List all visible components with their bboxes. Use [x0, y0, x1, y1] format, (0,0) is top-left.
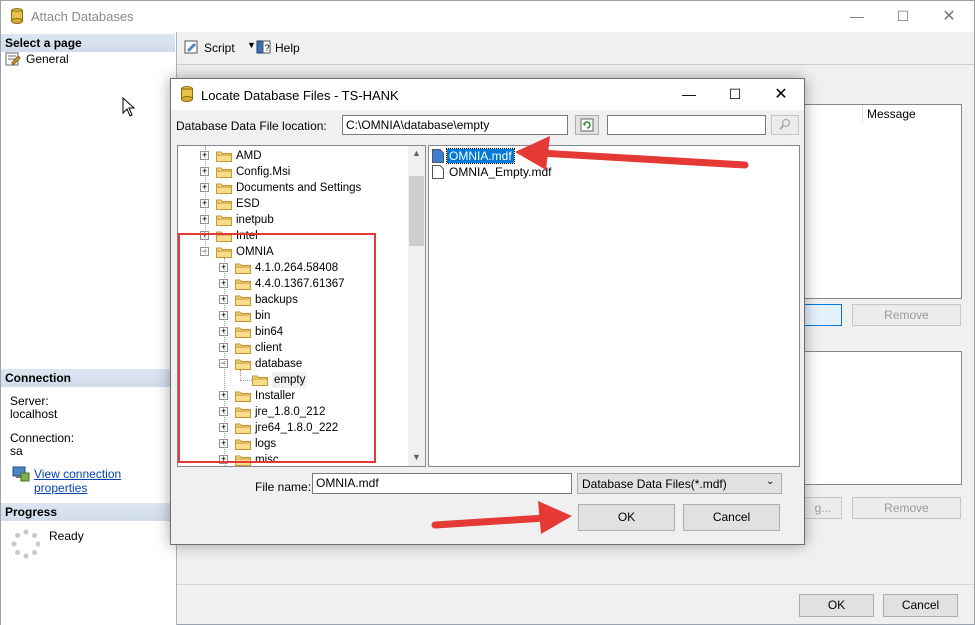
dialog-maximize-icon[interactable]: ☐	[712, 79, 758, 110]
tree-item[interactable]: + AMD	[178, 148, 410, 164]
databases-grid[interactable]: Message	[805, 104, 962, 299]
view-connection-properties-link[interactable]: View connection properties	[34, 467, 176, 495]
annotation-arrows	[431, 136, 749, 534]
add-catalog-button-partial[interactable]: g...	[805, 497, 842, 519]
arrow-to-ok-icon	[431, 501, 572, 534]
dialog-close-icon[interactable]: ✕	[758, 79, 804, 110]
add-button-partial[interactable]	[805, 304, 842, 326]
left-pane: Select a page General Connection Server:…	[1, 32, 177, 625]
tree-item[interactable]: + ESD	[178, 196, 410, 212]
search-icon	[779, 118, 791, 130]
grid-column-message: Message	[862, 105, 962, 123]
outer-title-bar: Attach Databases — ☐ ✕	[1, 1, 974, 32]
remove-database-button[interactable]: Remove	[852, 304, 961, 326]
scroll-down-icon[interactable]: ▼	[412, 452, 421, 462]
tree-item-label: inetpub	[236, 214, 274, 226]
outer-window-title: Attach Databases	[31, 9, 134, 24]
database-icon	[181, 86, 193, 102]
tree-item-label: Config.Msi	[236, 166, 291, 178]
dialog-title-bar: Locate Database Files - TS-HANK — ☐ ✕	[171, 79, 804, 110]
maximize-icon[interactable]: ☐	[880, 1, 926, 32]
dialog-minimize-icon[interactable]: —	[666, 79, 712, 110]
folder-icon	[216, 199, 232, 210]
footer-divider	[177, 584, 974, 585]
outer-cancel-button[interactable]: Cancel	[883, 594, 958, 617]
progress-spinner-icon	[11, 529, 41, 559]
refresh-button[interactable]	[575, 115, 599, 135]
tree-item-label: AMD	[236, 150, 262, 162]
file-name-label: File name:	[255, 480, 312, 494]
database-details-grid[interactable]	[805, 351, 962, 485]
tree-item[interactable]: + Documents and Settings	[178, 180, 410, 196]
tree-item-label: ESD	[236, 198, 260, 210]
connection-label: Connection:	[10, 431, 75, 445]
page-item-label: General	[26, 52, 69, 66]
connection-value: sa	[10, 444, 23, 458]
page-item-general[interactable]: General	[5, 52, 165, 68]
connection-properties-icon	[12, 466, 30, 482]
scroll-up-icon[interactable]: ▲	[412, 148, 421, 158]
scrollbar-thumb[interactable]	[409, 176, 424, 246]
server-value: localhost	[10, 407, 58, 421]
server-label: Server:	[10, 394, 49, 408]
close-icon[interactable]: ✕	[926, 1, 972, 32]
annotation-highlight-box	[178, 233, 376, 463]
refresh-icon	[580, 118, 594, 132]
toolbar-divider	[177, 64, 974, 65]
help-button[interactable]: ? Help	[256, 39, 306, 57]
dialog-title: Locate Database Files - TS-HANK	[201, 88, 399, 103]
script-label: Script	[204, 41, 235, 55]
chevron-down-icon: ⌄	[766, 476, 775, 487]
folder-icon	[216, 151, 232, 162]
search-button[interactable]	[771, 115, 799, 135]
location-label: Database Data File location:	[176, 119, 327, 133]
tree-item-label: Documents and Settings	[236, 182, 362, 194]
tree-scrollbar[interactable]: ▲ ▼	[408, 146, 425, 466]
help-label: Help	[275, 41, 300, 55]
svg-text:?: ?	[265, 43, 270, 53]
progress-status: Ready	[49, 529, 84, 543]
arrow-to-file-icon	[515, 136, 749, 170]
remove-file-button[interactable]: Remove	[852, 497, 961, 519]
connection-header: Connection	[1, 369, 175, 387]
search-input[interactable]	[607, 115, 766, 135]
location-input[interactable]: C:\OMNIA\database\empty	[342, 115, 568, 135]
folder-icon	[216, 167, 232, 178]
outer-toolbar: Script ▼ ? Help	[177, 34, 974, 62]
tree-item[interactable]: + inetpub	[178, 212, 410, 228]
script-icon	[184, 40, 198, 54]
outer-ok-button[interactable]: OK	[799, 594, 874, 617]
select-page-header: Select a page	[1, 34, 175, 52]
help-icon: ?	[256, 40, 271, 54]
folder-icon	[216, 183, 232, 194]
minimize-icon[interactable]: —	[834, 1, 880, 32]
database-icon	[11, 8, 23, 24]
script-button[interactable]: Script ▼	[184, 39, 264, 57]
progress-header: Progress	[1, 503, 175, 521]
wrench-page-icon	[5, 52, 21, 66]
folder-icon	[216, 215, 232, 226]
tree-item[interactable]: + Config.Msi	[178, 164, 410, 180]
dropdown-arrow-icon: ▼	[247, 40, 256, 50]
mouse-cursor-icon	[122, 97, 136, 117]
